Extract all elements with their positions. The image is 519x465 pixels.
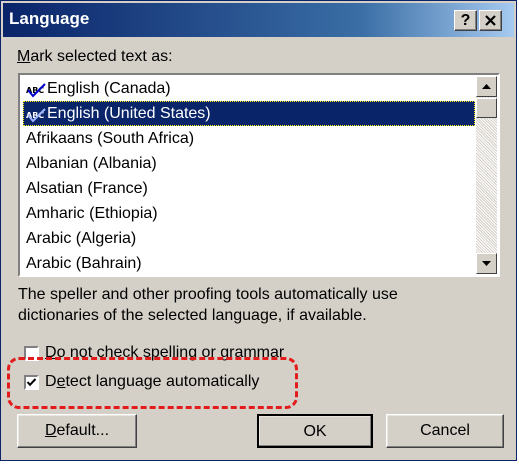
annotation-highlight-box [7, 357, 298, 409]
language-list-item[interactable]: Arabic (Algeria) [23, 226, 475, 251]
language-label: Afrikaans (South Africa) [26, 130, 195, 147]
vertical-scrollbar[interactable] [476, 76, 497, 274]
proofing-info-line1: The speller and other proofing tools aut… [18, 286, 398, 303]
language-list-item[interactable]: Alsatian (France) [23, 176, 475, 201]
language-label: English (Canada) [47, 80, 171, 97]
mark-label-accel: M [17, 48, 31, 65]
scroll-thumb[interactable] [476, 98, 497, 118]
spell-check-mark [27, 108, 46, 123]
language-label: Albanian (Albania) [26, 155, 157, 172]
language-label: Arabic (Bahrain) [26, 255, 142, 272]
language-listbox[interactable]: ABC English (Canada) ABC English (United St… [18, 73, 500, 277]
mark-selected-text-label: Mark selected text as: [17, 48, 173, 66]
spell-check-icon: ABC [26, 105, 47, 123]
spell-check-mark [27, 83, 46, 98]
proofing-info-line2: dictionaries of the selected language, i… [18, 307, 367, 324]
language-label: Alsatian (France) [26, 180, 148, 197]
mark-label-rest: ark selected text as: [30, 48, 173, 65]
language-label: English (United States) [47, 105, 211, 122]
arrow-up-icon [482, 84, 491, 89]
close-icon [485, 15, 496, 26]
scroll-up-button[interactable] [476, 76, 497, 97]
language-list-item[interactable]: Amharic (Ethiopia) [23, 201, 475, 226]
ok-button[interactable]: OK [257, 414, 373, 448]
title-bar[interactable]: Language ? [3, 3, 514, 37]
language-dialog: Language ? Mark selected text as: ABC Eng… [0, 0, 517, 461]
language-label: Amharic (Ethiopia) [26, 205, 158, 222]
language-list-item[interactable]: Albanian (Albania) [23, 151, 475, 176]
language-label: Arabic (Algeria) [26, 230, 137, 247]
spell-check-icon: ABC [26, 80, 47, 98]
default-button[interactable]: Default... [17, 414, 137, 448]
default-rest: efault... [56, 422, 110, 439]
cancel-button[interactable]: Cancel [386, 414, 504, 448]
language-list-item[interactable]: ABC English (United States) [23, 101, 475, 126]
window-title: Language [9, 9, 90, 28]
scroll-down-button[interactable] [476, 253, 497, 274]
arrow-down-icon [482, 261, 491, 266]
language-list-item[interactable]: Afrikaans (South Africa) [23, 126, 475, 151]
language-list-item[interactable]: Arabic (Bahrain) [23, 251, 475, 275]
close-button[interactable] [479, 10, 502, 31]
default-accel: D [44, 422, 57, 439]
language-list-item[interactable]: ABC English (Canada) [23, 76, 475, 101]
help-button[interactable]: ? [454, 10, 477, 31]
